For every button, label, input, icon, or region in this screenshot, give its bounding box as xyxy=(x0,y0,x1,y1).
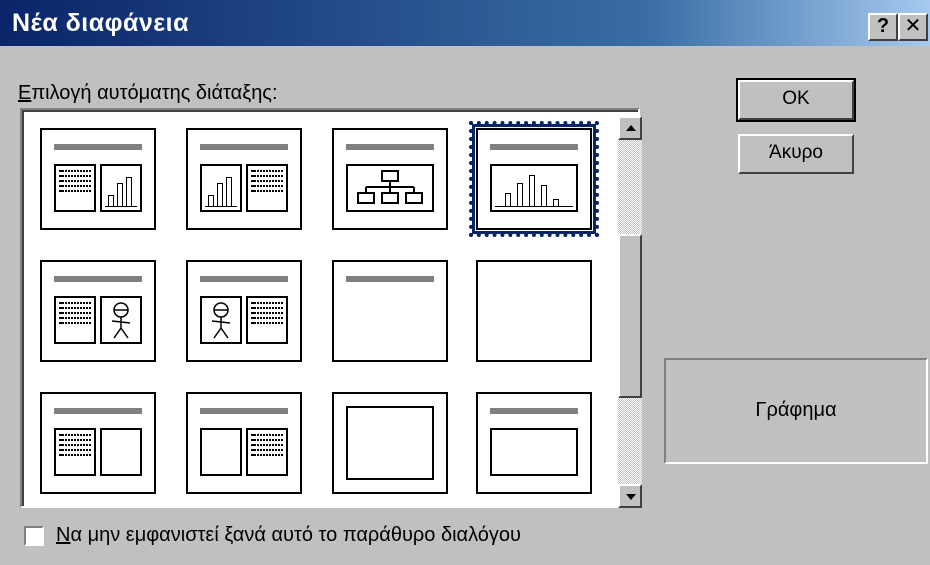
scroll-track[interactable] xyxy=(618,140,642,484)
text-placeholder-icon xyxy=(54,428,96,476)
layout-picker-label: Επιλογή αυτόματης διάταξης: xyxy=(18,82,278,104)
arrow-up-icon xyxy=(626,125,636,131)
layout-chart[interactable] xyxy=(469,121,599,237)
text-placeholder-icon xyxy=(54,164,96,212)
object-placeholder-icon xyxy=(346,406,434,480)
layout-chart-text[interactable] xyxy=(186,128,302,230)
close-button[interactable]: ✕ xyxy=(898,13,928,41)
clipart-person-icon xyxy=(200,296,242,344)
dont-show-again-checkbox[interactable] xyxy=(24,526,44,546)
text-placeholder-icon xyxy=(246,164,288,212)
arrow-down-icon xyxy=(626,494,636,500)
scroll-down-button[interactable] xyxy=(618,484,642,508)
object-placeholder-icon xyxy=(200,428,242,476)
layout-object-text[interactable] xyxy=(186,392,302,494)
object-placeholder-icon xyxy=(490,428,578,476)
layout-preview-label: Γράφημα xyxy=(664,358,928,464)
text-placeholder-icon xyxy=(246,428,288,476)
cancel-button[interactable]: Άκυρο xyxy=(738,134,854,174)
org-chart-icon xyxy=(346,164,434,212)
text-placeholder-icon xyxy=(246,296,288,344)
dont-show-again-label[interactable]: Να μην εμφανιστεί ξανά αυτό το παράθυρο … xyxy=(56,524,521,547)
chart-placeholder-icon xyxy=(490,164,578,212)
layout-listbox[interactable] xyxy=(20,108,642,508)
clipart-person-icon xyxy=(100,296,142,344)
title-bar[interactable]: Νέα διαφάνεια ? ✕ xyxy=(0,0,930,46)
layout-object[interactable] xyxy=(332,392,448,494)
layout-blank[interactable] xyxy=(476,260,592,362)
layout-title-object[interactable] xyxy=(476,392,592,494)
ok-button[interactable]: OK xyxy=(736,78,856,122)
scroll-thumb[interactable] xyxy=(618,234,642,398)
chart-placeholder-icon xyxy=(200,164,242,212)
layout-title-only[interactable] xyxy=(332,260,448,362)
layout-org-chart[interactable] xyxy=(332,128,448,230)
layout-text-chart[interactable] xyxy=(40,128,156,230)
layout-clipart-text[interactable] xyxy=(186,260,302,362)
window-title: Νέα διαφάνεια xyxy=(12,9,189,37)
object-placeholder-icon xyxy=(100,428,142,476)
text-placeholder-icon xyxy=(54,296,96,344)
layout-text-object[interactable] xyxy=(40,392,156,494)
chart-placeholder-icon xyxy=(100,164,142,212)
layout-text-clipart[interactable] xyxy=(40,260,156,362)
vertical-scrollbar[interactable] xyxy=(618,116,642,508)
scroll-up-button[interactable] xyxy=(618,116,642,140)
help-button[interactable]: ? xyxy=(868,13,898,41)
